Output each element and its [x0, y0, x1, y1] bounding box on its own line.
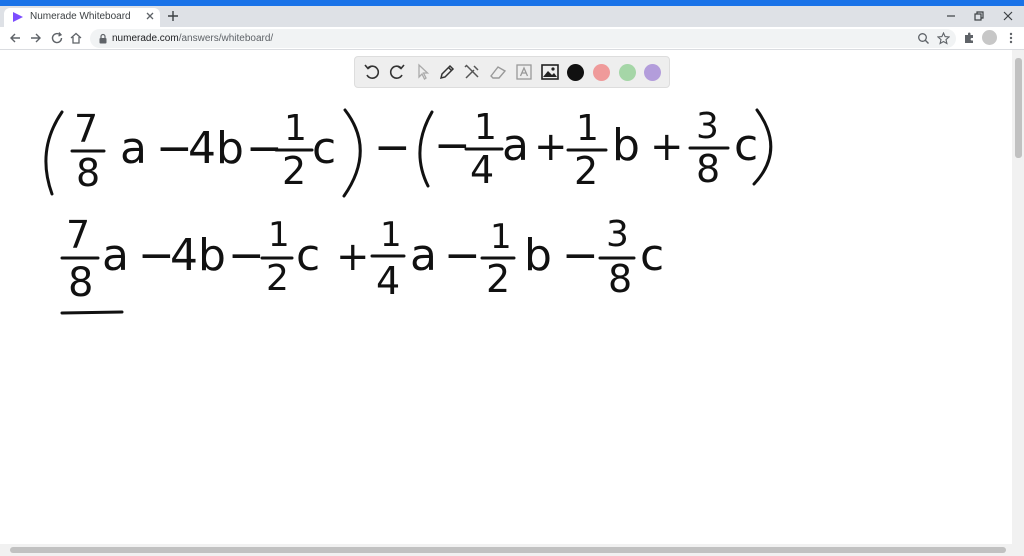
equation-line-2: 7 8 a − 4b − 1 2 c + 1 4 a − 1 2 b − 3 8…	[60, 213, 664, 315]
whiteboard-toolbar	[354, 56, 670, 88]
horizontal-scroll-thumb[interactable]	[10, 547, 1006, 553]
operator: +	[534, 124, 568, 170]
text-icon[interactable]	[514, 62, 534, 82]
horizontal-scrollbar[interactable]	[0, 544, 1024, 556]
fraction-numerator: 1	[576, 108, 599, 149]
operator: +	[336, 234, 370, 280]
operator: −	[228, 230, 265, 281]
fraction-numerator: 1	[284, 108, 307, 149]
fraction-denominator: 8	[608, 257, 632, 301]
fraction-denominator: 8	[68, 260, 93, 306]
variable-term: b	[612, 120, 640, 171]
variable-term: a	[410, 230, 437, 281]
pen-icon[interactable]	[437, 62, 457, 82]
operator: +	[650, 124, 684, 170]
fraction-denominator: 2	[266, 258, 289, 299]
operator: −	[434, 120, 471, 171]
fraction-numerator: 7	[74, 107, 98, 151]
fraction-denominator: 2	[282, 149, 306, 193]
fraction-denominator: 4	[470, 148, 494, 192]
color-swatch-black[interactable]	[567, 64, 584, 81]
fraction-numerator: 7	[66, 213, 90, 257]
color-swatch-purple[interactable]	[644, 64, 661, 81]
fraction-numerator: 1	[490, 217, 512, 257]
undo-icon[interactable]	[362, 62, 382, 82]
variable-term: c	[734, 120, 758, 171]
fraction-denominator: 2	[486, 257, 510, 301]
paren-open	[418, 110, 434, 188]
variable-term: c	[296, 230, 320, 281]
fraction-denominator: 2	[574, 149, 598, 193]
pointer-icon[interactable]	[413, 62, 433, 82]
variable-term: a	[502, 120, 529, 171]
variable-term: 4b	[170, 230, 226, 281]
equation-line-1: 7 8 a − 4b − 1 2 c − − 1 4 a + 1 2 b + 3…	[44, 106, 773, 198]
paren-open	[44, 110, 64, 196]
fraction-numerator: 1	[268, 215, 290, 255]
variable-term: b	[524, 230, 552, 281]
fraction-denominator: 4	[376, 259, 400, 303]
variable-term: c	[640, 230, 664, 281]
variable-term: c	[312, 123, 336, 174]
fraction-numerator: 3	[696, 106, 719, 147]
operator: −	[562, 230, 599, 281]
fraction-denominator: 8	[76, 151, 100, 195]
variable-term: a	[102, 230, 129, 281]
fraction-numerator: 1	[380, 215, 402, 255]
color-swatch-green[interactable]	[619, 64, 636, 81]
variable-term: a	[120, 123, 147, 174]
fraction-denominator: 8	[696, 147, 720, 191]
operator: −	[246, 123, 283, 174]
operator: −	[444, 230, 481, 281]
fraction-numerator: 1	[474, 107, 497, 148]
operator: −	[374, 122, 411, 173]
variable-term: 4b	[188, 123, 244, 174]
eraser-icon[interactable]	[488, 62, 508, 82]
answer-underline	[60, 310, 124, 315]
tools-icon[interactable]	[462, 62, 482, 82]
color-swatch-red[interactable]	[593, 64, 610, 81]
vertical-scroll-thumb[interactable]	[1015, 58, 1022, 158]
paren-close	[342, 108, 362, 198]
vertical-scrollbar[interactable]	[1012, 50, 1024, 544]
redo-icon[interactable]	[387, 62, 407, 82]
fraction-numerator: 3	[606, 214, 629, 255]
image-icon[interactable]	[540, 62, 560, 82]
